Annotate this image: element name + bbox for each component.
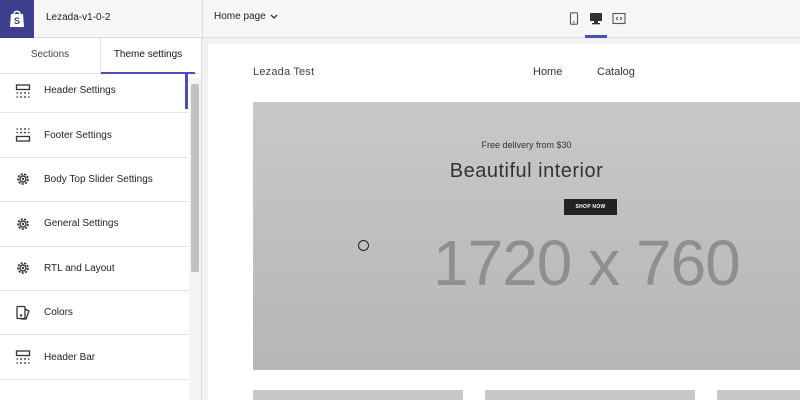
sidebar-item-label: Footer Settings [44,129,112,141]
mobile-view-button[interactable] [566,10,582,26]
sidebar-item-label: RTL and Layout [44,262,115,274]
fullscreen-view-button[interactable] [611,10,627,26]
placeholder-dimensions: 1720 x 760 [433,227,741,299]
gear-icon [14,259,32,277]
header-bar-icon [14,348,32,366]
product-card[interactable] [253,390,463,400]
sidebar-item-label: Body Top Slider Settings [44,173,153,185]
paint-bucket-icon [14,304,32,322]
sidebar-item-body-top-slider-settings[interactable]: Body Top Slider Settings [0,158,188,203]
sidebar-item-label: General Settings [44,218,119,230]
mobile-icon [569,11,579,25]
sidebar-item-rtl-and-layout[interactable]: RTL and Layout [0,247,188,291]
page-selector-label: Home page [214,11,266,22]
store-name[interactable]: Lezada Test [253,66,314,78]
shopify-logo[interactable]: S [0,0,34,38]
sidebar-item-general-settings[interactable]: General Settings [0,202,188,247]
hero-subtitle: Free delivery from $30 [481,140,572,150]
nav-link-catalog[interactable]: Catalog [597,66,635,78]
topbar-divider [202,0,203,38]
sidebar-item-label: Colors [44,307,73,319]
desktop-icon [590,12,602,24]
product-card[interactable] [717,390,800,400]
product-card[interactable] [485,390,695,400]
svg-text:S: S [14,16,20,26]
desktop-view-button[interactable] [588,10,604,26]
sidebar-scrollbar-thumb[interactable] [191,84,199,272]
hero-title: Beautiful interior [449,160,604,182]
footer-layout-icon [14,126,32,144]
store-preview: Lezada Test Home Catalog Free delivery f… [208,44,800,400]
sidebar-item-label: Header Bar [44,351,96,363]
sidebar-item-header-settings[interactable]: Header Settings [0,69,188,114]
sidebar: Sections Theme settings Header Settings … [0,38,202,400]
settings-list: Header Settings Footer Settings Body Top… [0,69,188,380]
fullscreen-icon [612,12,626,24]
hero-banner: Free delivery from $30 Beautiful interio… [253,102,800,370]
shop-now-button[interactable]: SHOP NOW [564,199,617,215]
chevron-down-icon [270,14,278,19]
sidebar-item-header-bar[interactable]: Header Bar [0,335,188,380]
device-active-indicator [585,35,607,38]
shopify-bag-icon: S [10,10,24,27]
sidebar-item-label: Header Settings [44,85,116,97]
mouse-cursor [358,240,369,251]
nav-link-home[interactable]: Home [533,66,562,78]
sidebar-item-colors[interactable]: Colors [0,291,188,336]
theme-name: Lezada-v1-0-2 [46,12,111,23]
gear-icon [14,215,32,233]
gear-icon [14,170,32,188]
sidebar-item-footer-settings[interactable]: Footer Settings [0,113,188,158]
top-bar: S Lezada-v1-0-2 Home page [0,0,800,38]
page-selector[interactable]: Home page [214,11,278,22]
header-layout-icon [14,82,32,100]
